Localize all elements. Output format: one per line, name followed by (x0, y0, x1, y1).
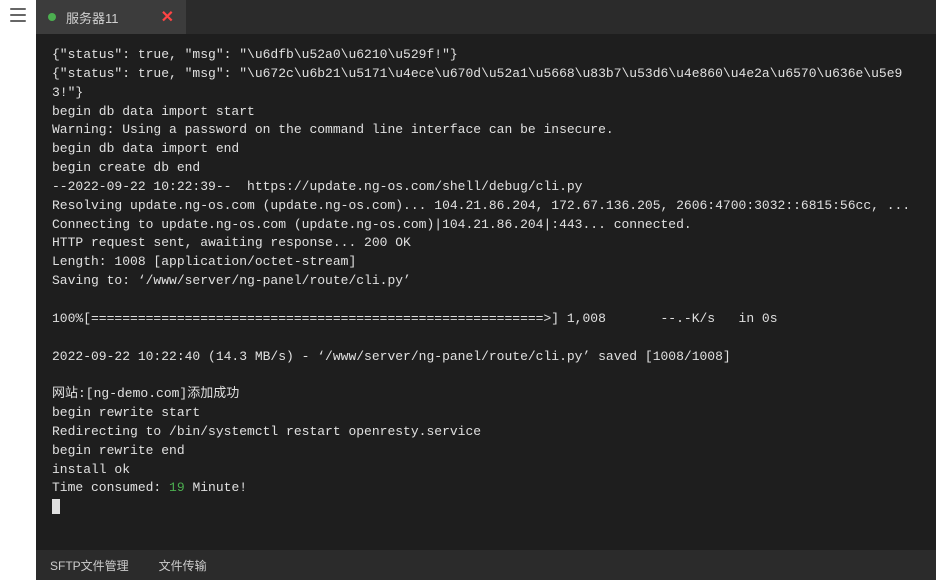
file-transfer-button[interactable]: 文件传输 (159, 557, 207, 574)
terminal-line: install ok (52, 461, 920, 480)
terminal-line: begin db data import end (52, 140, 920, 159)
bottom-bar: SFTP文件管理 文件传输 (36, 550, 936, 580)
terminal-line: 网站:[ng-demo.com]添加成功 (52, 385, 920, 404)
terminal-line (52, 366, 920, 385)
terminal-line: begin db data import start (52, 103, 920, 122)
terminal-line (52, 329, 920, 348)
terminal-line: {"status": true, "msg": "\u6dfb\u52a0\u6… (52, 46, 920, 65)
status-dot-icon (48, 13, 56, 21)
left-sidebar (0, 0, 36, 580)
terminal-line (52, 291, 920, 310)
terminal-line: begin create db end (52, 159, 920, 178)
cursor-icon (52, 499, 60, 514)
terminal-line: HTTP request sent, awaiting response... … (52, 234, 920, 253)
terminal-line: begin rewrite start (52, 404, 920, 423)
terminal-line: Warning: Using a password on the command… (52, 121, 920, 140)
terminal-line: {"status": true, "msg": "\u672c\u6b21\u5… (52, 65, 920, 103)
terminal-output[interactable]: {"status": true, "msg": "\u6dfb\u52a0\u6… (36, 34, 936, 550)
terminal-line: Redirecting to /bin/systemctl restart op… (52, 423, 920, 442)
tab-bar: 服务器11 ✕ (36, 0, 936, 34)
terminal-line: Saving to: ‘/www/server/ng-panel/route/c… (52, 272, 920, 291)
terminal-line: Connecting to update.ng-os.com (update.n… (52, 216, 920, 235)
terminal-line: 100%[===================================… (52, 310, 920, 329)
terminal-line: begin rewrite end (52, 442, 920, 461)
terminal-line: 2022-09-22 10:22:40 (14.3 MB/s) - ‘/www/… (52, 348, 920, 367)
terminal-line: Resolving update.ng-os.com (update.ng-os… (52, 197, 920, 216)
terminal-line: --2022-09-22 10:22:39-- https://update.n… (52, 178, 920, 197)
menu-list-icon[interactable] (10, 8, 26, 22)
tab-server[interactable]: 服务器11 ✕ (36, 0, 186, 34)
main-area: 服务器11 ✕ {"status": true, "msg": "\u6dfb\… (36, 0, 936, 580)
terminal-line: Time consumed: 19 Minute! (52, 479, 920, 498)
terminal-line: Length: 1008 [application/octet-stream] (52, 253, 920, 272)
terminal-cursor-line (52, 498, 920, 517)
tab-title: 服务器11 (66, 8, 119, 27)
close-icon[interactable]: ✕ (161, 7, 174, 27)
sftp-manager-button[interactable]: SFTP文件管理 (50, 557, 129, 574)
